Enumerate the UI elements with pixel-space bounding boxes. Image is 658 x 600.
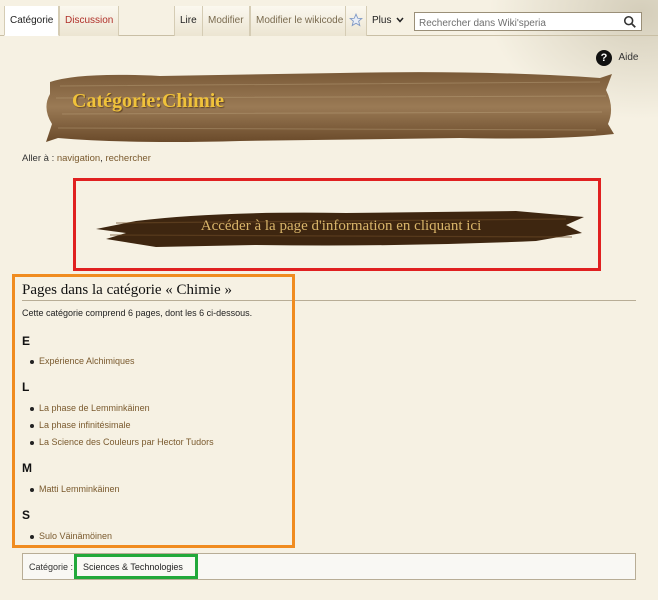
info-banner-text: Accéder à la page d'information en cliqu… [200, 218, 482, 234]
help-label: Aide [618, 52, 639, 64]
help-link[interactable]: ? Aide [596, 49, 639, 66]
jump-search-link[interactable]: rechercher [105, 153, 150, 164]
category-pages-highlight [12, 274, 295, 548]
category-link-highlight: Sciences & Technologies [74, 554, 198, 579]
star-icon [349, 13, 363, 27]
page-title-banner: Catégorie:Chimie [40, 68, 618, 144]
catlinks-label: Catégorie : [29, 562, 74, 572]
search-input[interactable] [415, 15, 615, 32]
question-mark-icon: ? [596, 49, 612, 66]
tab-edit[interactable]: Modifier [202, 6, 250, 36]
jump-separator: , [100, 153, 103, 164]
magnifier-icon[interactable] [623, 15, 637, 29]
watch-button[interactable] [345, 6, 367, 36]
search-box [414, 12, 642, 32]
tab-bar: Catégorie Discussion Lire Modifier Modif… [0, 0, 658, 36]
info-banner-link[interactable]: Accéder à la page d'information en cliqu… [96, 203, 586, 253]
page-title: Catégorie:Chimie [72, 90, 225, 112]
more-label: Plus [372, 15, 392, 26]
jump-navigation-link[interactable]: navigation [57, 153, 100, 164]
info-banner-highlight: Accéder à la page d'information en cliqu… [73, 178, 601, 271]
tab-read[interactable]: Lire [174, 6, 203, 36]
jump-to-links: Aller à : navigation, rechercher [22, 153, 151, 164]
jump-prefix: Aller à : [22, 153, 55, 164]
chevron-down-icon [396, 17, 404, 23]
category-link-sciences-technologies[interactable]: Sciences & Technologies [83, 562, 183, 572]
tab-discussion[interactable]: Discussion [59, 6, 120, 36]
more-menu[interactable]: Plus [372, 6, 404, 36]
tab-category[interactable]: Catégorie [4, 6, 60, 36]
tab-edit-wikicode[interactable]: Modifier le wikicode [250, 6, 350, 36]
